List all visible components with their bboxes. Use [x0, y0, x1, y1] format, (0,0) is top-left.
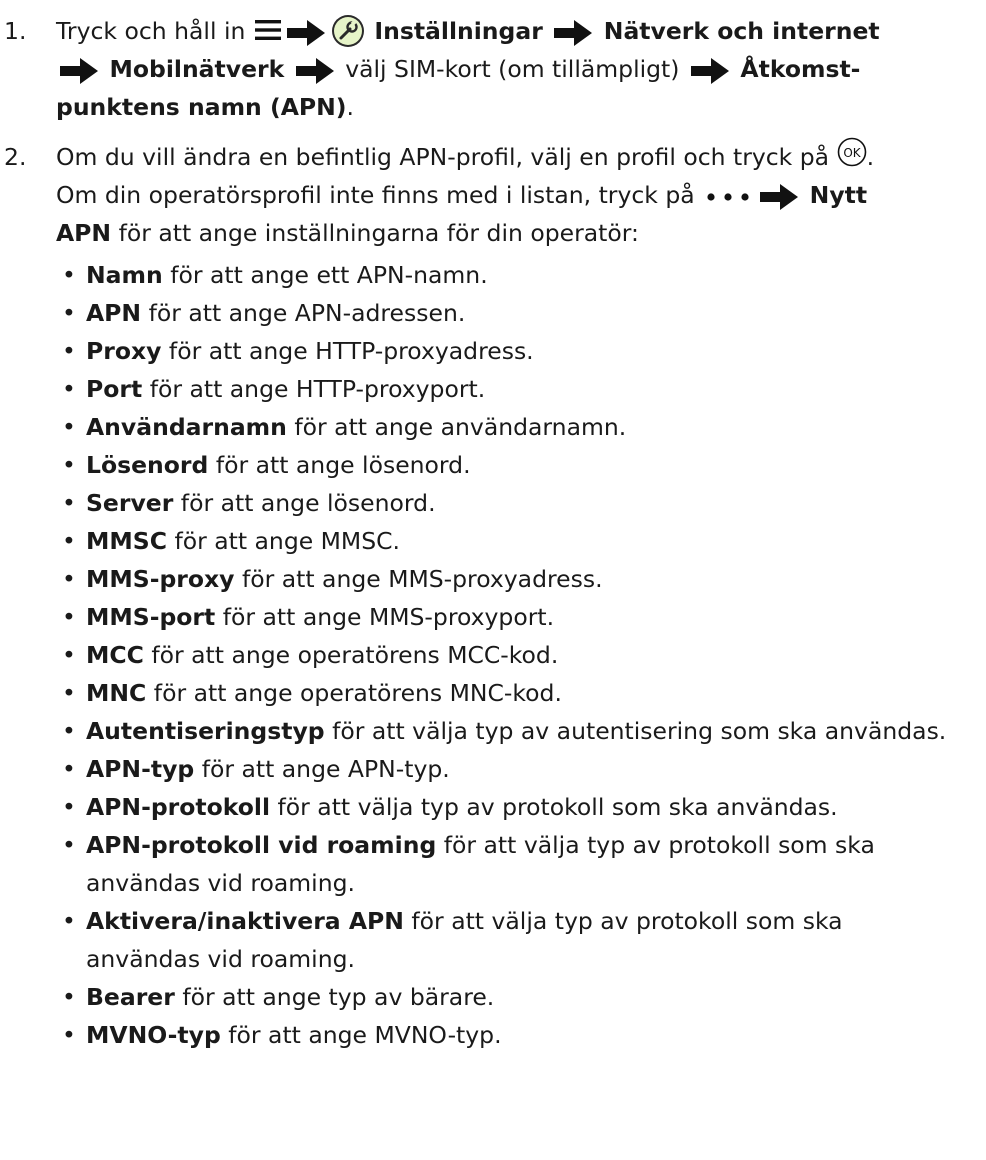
option-term: APN-protokoll vid roaming — [86, 831, 437, 859]
option-term: Namn — [86, 261, 163, 289]
option-term: Användarnamn — [86, 413, 287, 441]
arrow-right-icon — [687, 56, 733, 86]
arrow-right-icon — [756, 182, 802, 212]
list-item: Bearer för att ange typ av bärare. — [56, 978, 956, 1016]
list-item: APN-typ för att ange APN-typ. — [56, 750, 956, 788]
settings-icon — [329, 14, 367, 48]
option-term: APN-protokoll — [86, 793, 271, 821]
period: . — [866, 143, 875, 171]
document-page: 1. Tryck och håll in Inställningar Nätve… — [0, 0, 986, 1160]
list-item: MMSC för att ange MMSC. — [56, 522, 956, 560]
option-term: MMS-proxy — [86, 565, 235, 593]
list-item: Lösenord för att ange lösenord. — [56, 446, 956, 484]
option-term: Bearer — [86, 983, 175, 1011]
paragraph-2: Om din operatörsprofil inte finns med i … — [56, 176, 956, 252]
option-desc: för att ange typ av bärare. — [182, 983, 495, 1011]
list-item: MNC för att ange operatörens MNC-kod. — [56, 674, 956, 712]
step-number: 1. — [4, 17, 27, 45]
list-item: APN-protokoll vid roaming för att välja … — [56, 826, 956, 902]
option-term: APN-typ — [86, 755, 195, 783]
list-item: MMS-proxy för att ange MMS-proxyadress. — [56, 560, 956, 598]
arrow-right-icon — [56, 56, 102, 86]
apn-options-list: Namn för att ange ett APN-namn. APN för … — [56, 256, 956, 1054]
option-desc: för att ange ett APN-namn. — [170, 261, 488, 289]
option-term: MMS-port — [86, 603, 216, 631]
option-desc: för att ange operatörens MNC-kod. — [153, 679, 562, 707]
option-term: MNC — [86, 679, 147, 707]
option-term: Aktivera/inaktivera APN — [86, 907, 404, 935]
step-2: 2. Om du vill ändra en befintlig APN-pro… — [0, 137, 956, 1054]
new-apn-label: Nytt — [809, 181, 868, 209]
menu-icon — [253, 19, 283, 43]
arrow-right-icon — [292, 56, 338, 86]
list-item: Port för att ange HTTP-proxyport. — [56, 370, 956, 408]
ok-icon: OK — [837, 137, 867, 167]
list-item: Proxy för att ange HTTP-proxyadress. — [56, 332, 956, 370]
option-desc: för att ange operatörens MCC-kod. — [151, 641, 559, 669]
apn-label-line2a: punktens namn ( — [56, 93, 281, 121]
option-desc: för att välja typ av autentisering som s… — [332, 717, 947, 745]
option-term: MMSC — [86, 527, 167, 555]
list-item: APN för att ange APN-adressen. — [56, 294, 956, 332]
option-desc: för att ange HTTP-proxyport. — [149, 375, 486, 403]
option-term: Lösenord — [86, 451, 209, 479]
list-item: MMS-port för att ange MMS-proxyport. — [56, 598, 956, 636]
sim-text: välj SIM-kort (om tillämpligt) — [345, 55, 680, 83]
instruction-steps: 1. Tryck och håll in Inställningar Nätve… — [0, 12, 956, 1054]
settings-label: Inställningar — [374, 17, 543, 45]
step-1: 1. Tryck och håll in Inställningar Nätve… — [0, 12, 956, 126]
option-term: Proxy — [86, 337, 162, 365]
mobile-network-label: Mobilnätverk — [109, 55, 285, 83]
option-desc: för att ange APN-typ. — [201, 755, 450, 783]
option-term: Autentiseringstyp — [86, 717, 325, 745]
step-text: Om du vill ändra en befintlig APN-profil… — [56, 143, 830, 171]
option-desc: för att ange lösenord. — [180, 489, 436, 517]
list-item: Aktivera/inaktivera APN för att välja ty… — [56, 902, 956, 978]
option-term: APN — [86, 299, 142, 327]
operator-text-cont: för att ange inställningarna för din ope… — [118, 219, 639, 247]
option-term: MVNO-typ — [86, 1021, 221, 1049]
network-label: Nätverk och internet — [603, 17, 880, 45]
option-term: MCC — [86, 641, 144, 669]
list-item: APN-protokoll för att välja typ av proto… — [56, 788, 956, 826]
arrow-right-icon — [283, 18, 329, 48]
option-desc: för att ange APN-adressen. — [148, 299, 466, 327]
more-dots-icon — [702, 191, 756, 203]
option-desc: för att ange lösenord. — [215, 451, 471, 479]
list-item: MVNO-typ för att ange MVNO-typ. — [56, 1016, 956, 1054]
list-item: Användarnamn för att ange användarnamn. — [56, 408, 956, 446]
arrow-right-icon — [550, 18, 596, 48]
list-item: Server för att ange lösenord. — [56, 484, 956, 522]
option-term: Server — [86, 489, 174, 517]
list-item: MCC för att ange operatörens MCC-kod. — [56, 636, 956, 674]
option-desc: för att ange MMSC. — [174, 527, 401, 555]
apn-label-line2c: ) — [335, 93, 347, 121]
new-apn-label: APN — [56, 219, 112, 247]
period: . — [346, 93, 355, 121]
operator-text: Om din operatörsprofil inte finns med i … — [56, 181, 695, 209]
apn-label-line2b: APN — [280, 93, 336, 121]
list-item: Autentiseringstyp för att välja typ av a… — [56, 712, 956, 750]
svg-text:OK: OK — [843, 146, 861, 160]
option-desc: för att ange MMS-proxyport. — [222, 603, 555, 631]
option-desc: för att ange användarnamn. — [294, 413, 627, 441]
apn-label-line1: Åtkomst- — [740, 55, 861, 83]
option-term: Port — [86, 375, 143, 403]
option-desc: för att ange HTTP-proxyadress. — [168, 337, 534, 365]
step-number: 2. — [4, 143, 27, 171]
option-desc: för att ange MVNO-typ. — [228, 1021, 502, 1049]
step-text: Tryck och håll in — [56, 17, 246, 45]
list-item: Namn för att ange ett APN-namn. — [56, 256, 956, 294]
option-desc: för att välja typ av protokoll som ska a… — [277, 793, 838, 821]
option-desc: för att ange MMS-proxyadress. — [241, 565, 603, 593]
